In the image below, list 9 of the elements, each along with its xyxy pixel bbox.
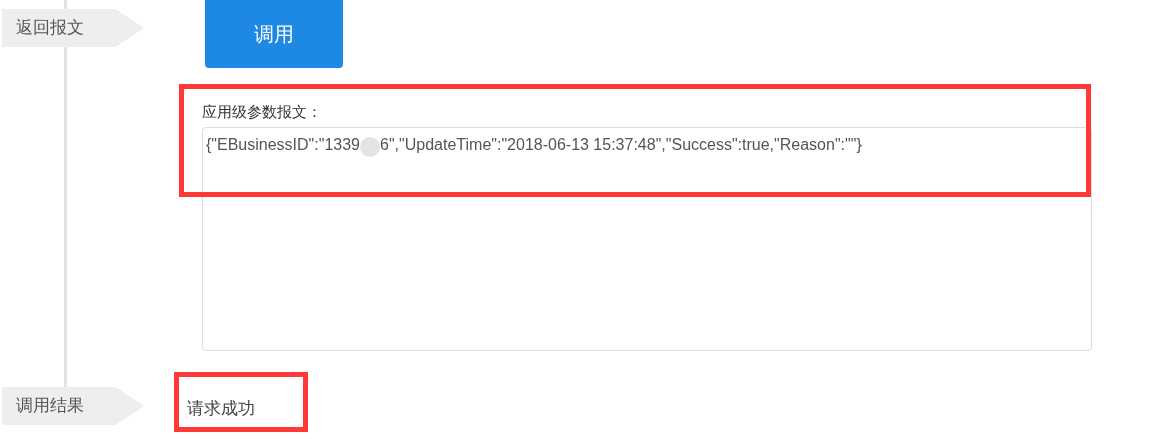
step-label: 返回报文 [2, 9, 144, 47]
invoke-button[interactable]: 调用 [205, 0, 343, 68]
payload-text: 6","UpdateTime":"2018-06-13 15:37:48","Success":true,"Reason":""} [380, 135, 862, 155]
payload-textarea[interactable]: {"EBusinessID":"1339 6","UpdateTime":"2018-06-13 15:37:48","Success":true,"Reason":""} [202, 127, 1092, 351]
payload-label: 应用级参数报文： [202, 102, 323, 122]
payload-text: {"EBusinessID":"1339 [206, 135, 360, 155]
redaction-blur [360, 137, 380, 157]
result-text: 请求成功 [187, 398, 255, 420]
step-label: 调用结果 [2, 387, 144, 425]
